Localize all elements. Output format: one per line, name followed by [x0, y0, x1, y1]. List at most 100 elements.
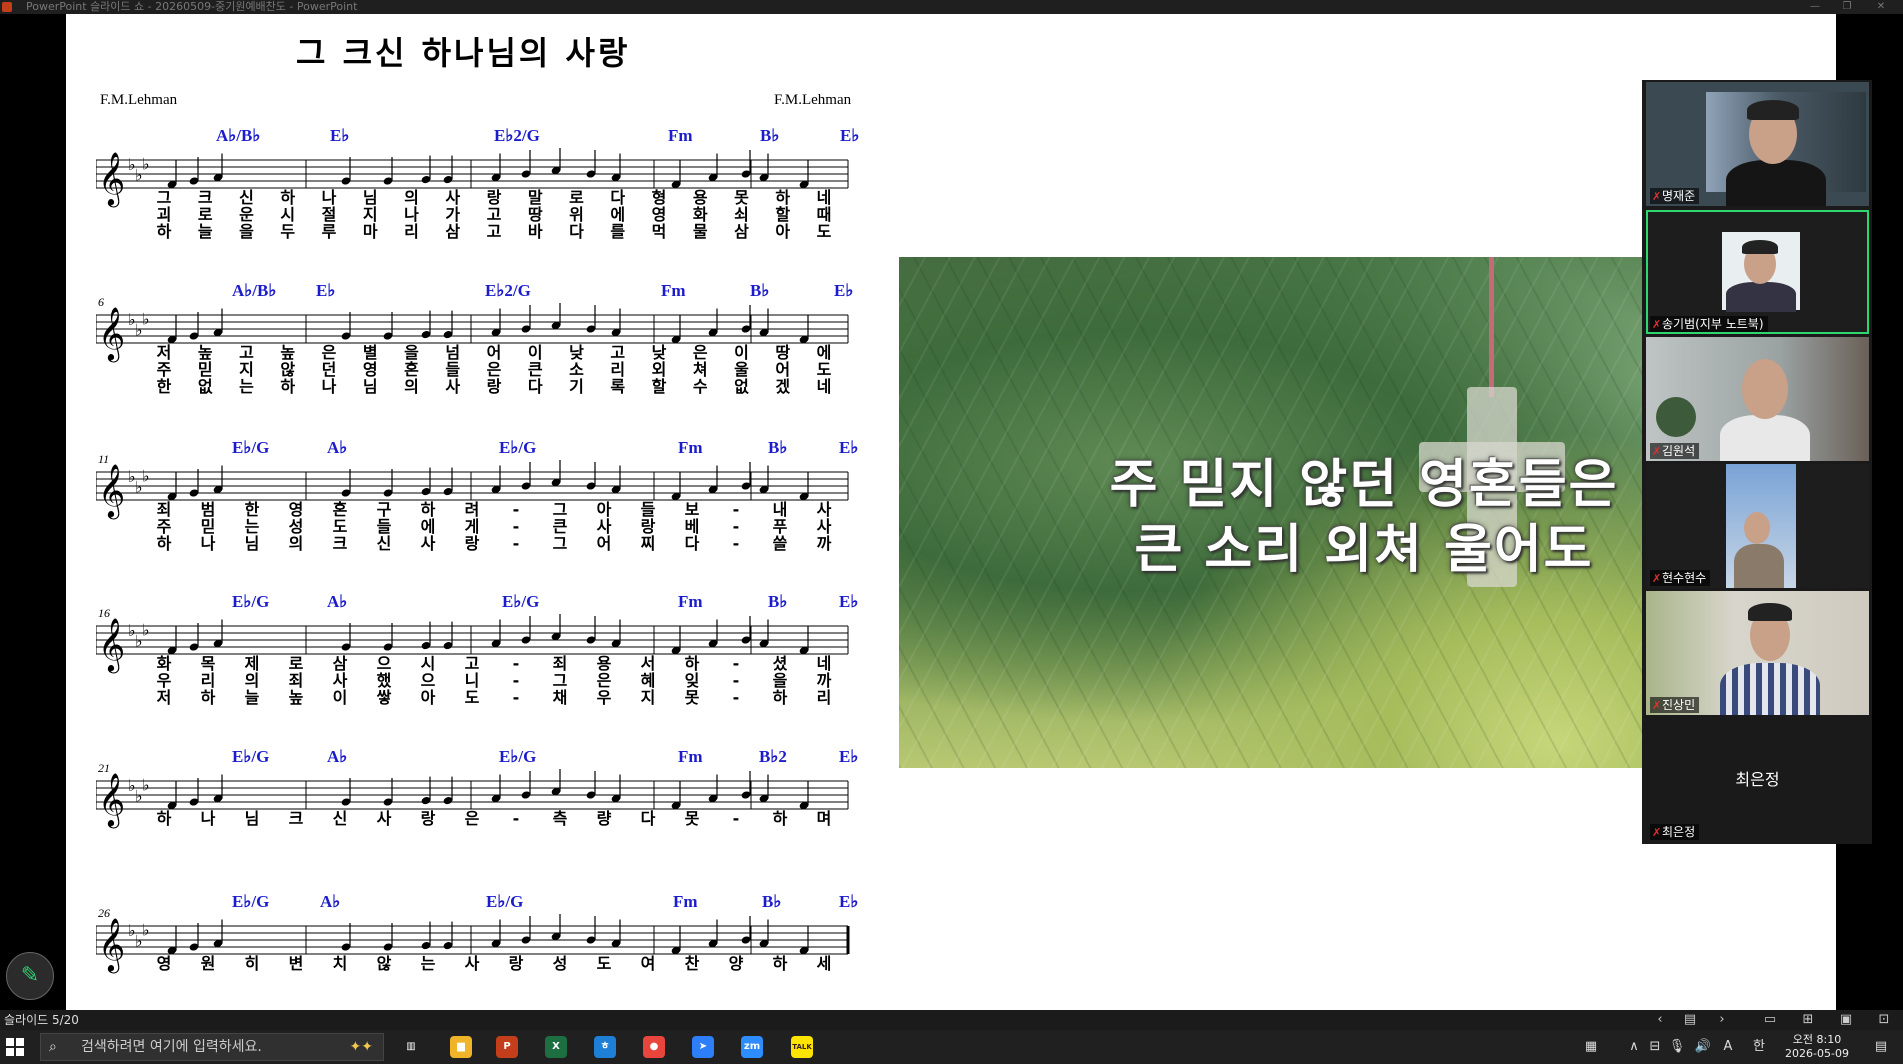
- lyric-syllable: 성: [552, 954, 568, 973]
- slide-canvas[interactable]: 그 크신 하나님의 사랑 F.M.Lehman F.M.Lehman A♭/B♭…: [66, 14, 1836, 1010]
- lyric-syllable: 를: [610, 222, 626, 241]
- plant-decoration: [1656, 397, 1696, 437]
- chord-symbol: B♭: [750, 281, 770, 300]
- chord-symbol: A♭/B♭: [232, 281, 277, 300]
- keyboard-icon[interactable]: ▦: [1576, 1030, 1606, 1064]
- normal-view-button[interactable]: ▭: [1760, 1010, 1780, 1030]
- kakaotalk-icon[interactable]: TALK: [791, 1036, 813, 1058]
- lyric-verse-line: 하나님의크신사랑-그어찌다-쓸까: [96, 534, 936, 553]
- participant-face: [1742, 359, 1788, 419]
- chord-symbol: E♭/G: [486, 892, 524, 911]
- lyric-syllable: 님: [244, 809, 260, 828]
- notification-icon[interactable]: ▤: [1866, 1030, 1896, 1064]
- taskbar-clock[interactable]: 오전 8:10 2026-05-09: [1782, 1033, 1852, 1061]
- participant-name-label: ✗최은정: [1650, 824, 1700, 840]
- lyric-syllable: 하: [772, 688, 788, 707]
- participant-hair: [1748, 603, 1792, 621]
- lyric-syllable: 히: [244, 954, 260, 973]
- lyric-syllable: -: [732, 809, 740, 828]
- flat-sign-icon: ♭: [142, 155, 150, 174]
- participant-tile[interactable]: ✗김원석: [1646, 337, 1869, 461]
- mic-muted-icon: ✗: [1652, 826, 1662, 839]
- caption-line-1: 주 믿지 않던 영혼들은: [1109, 455, 1619, 515]
- next-slide-button[interactable]: ›: [1712, 1010, 1732, 1030]
- file-explorer-icon[interactable]: ▆: [450, 1036, 472, 1058]
- input-mode-icon[interactable]: A: [1718, 1030, 1738, 1064]
- chord-symbol: A♭: [327, 438, 348, 457]
- lyric-syllable: 는: [239, 377, 254, 396]
- windows-taskbar: ⌕ 검색하려면 여기에 입력하세요. ✦✦ ▥ ▆ P X ㅎ ● ➤ zm TALK ▦ ∧ …: [0, 1030, 1903, 1064]
- show-hidden-icons[interactable]: ∧: [1626, 1030, 1642, 1064]
- pen-tool-icon[interactable]: ✎: [6, 952, 54, 1000]
- ime-hangul-icon[interactable]: 한: [1748, 1030, 1770, 1064]
- chord-symbol: Fm: [678, 438, 703, 457]
- participant-name: 현수현수: [1662, 571, 1707, 585]
- participant-name-label: ✗김원석: [1650, 443, 1700, 459]
- previous-slide-button[interactable]: ‹: [1650, 1010, 1670, 1030]
- lyric-syllable: 도: [596, 954, 612, 973]
- excel-icon[interactable]: X: [545, 1036, 567, 1058]
- participant-tile[interactable]: ✗진상민: [1646, 591, 1869, 715]
- lyric-syllable: 이: [332, 688, 348, 707]
- windows-start-icon[interactable]: [6, 1038, 24, 1056]
- lyric-syllable: 영: [156, 954, 172, 973]
- taskbar-search-input[interactable]: ⌕ 검색하려면 여기에 입력하세요. ✦✦: [40, 1033, 384, 1061]
- lyric-syllable: 의: [288, 534, 304, 553]
- lyric-syllable: 못: [684, 688, 700, 707]
- lyric-syllable: 다: [569, 222, 584, 241]
- lyric-syllable: 량: [596, 809, 612, 828]
- chord-symbol: E♭: [834, 281, 854, 300]
- search-icon: ⌕: [49, 1039, 57, 1055]
- lyric-syllable: 하: [156, 809, 172, 828]
- lyric-syllable: 저: [156, 688, 172, 707]
- lyric-syllable: 도: [816, 222, 832, 241]
- chrome-icon[interactable]: ●: [643, 1036, 665, 1058]
- participant-tile[interactable]: ✗송기범(지부 노트북): [1646, 210, 1869, 334]
- volume-icon[interactable]: 🔊: [1692, 1030, 1714, 1064]
- participant-name: 최은정: [1662, 825, 1696, 839]
- slide-menu-button[interactable]: ▤: [1680, 1010, 1700, 1030]
- minimize-button[interactable]: —: [1800, 0, 1830, 14]
- lyric-syllable: 삼: [734, 222, 749, 241]
- lyric-syllable: -: [512, 688, 520, 707]
- participant-tile[interactable]: ✗현수현수: [1646, 464, 1869, 588]
- lyric-syllable: 없: [734, 377, 749, 396]
- microphone-icon[interactable]: 🎙: [1666, 1030, 1688, 1064]
- lyric-syllable: 다: [640, 809, 656, 828]
- arrow-app-icon[interactable]: ➤: [692, 1036, 714, 1058]
- participant-tile[interactable]: 최은정 ✗최은정: [1646, 718, 1869, 842]
- slideshow-view-button[interactable]: ⊡: [1874, 1010, 1894, 1030]
- music-system: 26 E♭/G A♭ E♭/G Fm B♭ E♭ 𝄞 ♭ ♭ ♭ 영 원 히 변 치 않 는 사 랑 성 도 여 찬 양 하 세: [96, 892, 936, 1010]
- powerpoint-slideshow-screen: PowerPoint 슬라이드 쇼 - 20260509-중기원예배찬도 - P…: [0, 0, 1903, 1064]
- reading-view-button[interactable]: ▣: [1836, 1010, 1856, 1030]
- sparkle-icon: ✦✦: [349, 1039, 373, 1055]
- participant-tile[interactable]: ✗명재준: [1646, 82, 1869, 206]
- lyric-syllable: 변: [288, 954, 304, 973]
- powerpoint-icon: [2, 2, 12, 12]
- title-bar: PowerPoint 슬라이드 쇼 - 20260509-중기원예배찬도 - P…: [0, 0, 1903, 14]
- music-system: A♭/B♭ E♭ E♭2/G Fm B♭ E♭ 𝄞 ♭ ♭ ♭ 그 크 신 하 나 님 의 사 랑 말 로 다 형 용 못 하 네 괴…: [96, 126, 936, 276]
- lyric-syllable: 을: [239, 222, 254, 241]
- lyric-syllable: 늘: [197, 222, 213, 241]
- hangul-icon[interactable]: ㅎ: [594, 1036, 616, 1058]
- close-button[interactable]: ✕: [1866, 0, 1896, 14]
- participant-body: [1734, 544, 1784, 588]
- mic-muted-icon: ✗: [1652, 190, 1662, 203]
- chord-symbol: E♭/G: [232, 592, 270, 611]
- participant-hair: [1742, 240, 1778, 254]
- music-system: 6 A♭/B♭ E♭ E♭2/G Fm B♭ E♭ 𝄞 ♭ ♭ ♭ 저 높 고 높 은 별 을 넘 어 이 낮 고 낮 은 이 땅 에…: [96, 281, 936, 431]
- lyric-syllable: 여: [640, 954, 656, 973]
- participant-body: [1720, 415, 1810, 461]
- zoom-icon[interactable]: zm: [741, 1036, 763, 1058]
- network-icon[interactable]: ⊟: [1644, 1030, 1666, 1064]
- task-view-icon[interactable]: ▥: [400, 1036, 422, 1058]
- lyric-syllable: 치: [332, 954, 348, 973]
- slide-sorter-button[interactable]: ⊞: [1798, 1010, 1818, 1030]
- powerpoint-icon[interactable]: P: [496, 1036, 518, 1058]
- chord-symbol: E♭: [839, 747, 859, 766]
- slide-indicator: 슬라이드 5/20: [4, 1013, 79, 1027]
- lyric-syllable: -: [512, 534, 520, 553]
- lyric-syllable: 하: [772, 809, 788, 828]
- restore-button[interactable]: ❐: [1832, 0, 1862, 14]
- lyric-syllable: 찌: [640, 534, 656, 553]
